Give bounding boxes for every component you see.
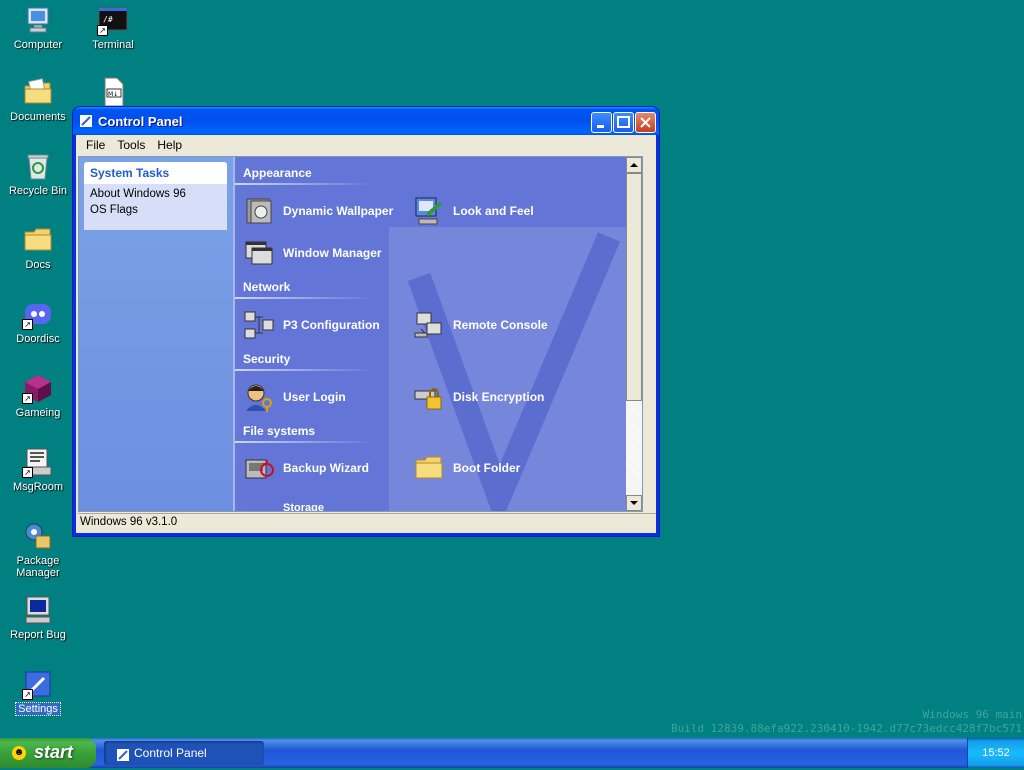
vertical-scrollbar[interactable] [626, 157, 642, 511]
window-client: File Tools Help System Tasks About Windo… [76, 135, 656, 533]
minimize-button[interactable] [591, 112, 612, 133]
window-title: Control Panel [98, 114, 183, 129]
computer-icon [22, 4, 54, 36]
svg-text:M↓: M↓ [108, 91, 118, 98]
section-security: Security [243, 352, 291, 366]
section-appearance: Appearance [243, 166, 312, 180]
desktop-icon-docs[interactable]: Docs [1, 224, 75, 271]
window-manager-icon [243, 237, 275, 269]
applet-look-and-feel[interactable]: Look and Feel [413, 195, 534, 227]
doordisc-icon: ↗ [22, 298, 54, 330]
desktop-icon-report-bug[interactable]: Report Bug [1, 594, 75, 641]
desktop-icon-terminal[interactable]: /# ↗ Terminal [76, 4, 150, 51]
p3-configuration-icon [243, 309, 275, 341]
system-tasks-panel: System Tasks About Windows 96 OS Flags [84, 162, 227, 230]
menu-help[interactable]: Help [151, 138, 188, 152]
applet-user-login[interactable]: User Login [243, 381, 346, 413]
shortcut-arrow-icon: ↗ [22, 319, 33, 330]
build-line-1: Windows 96 main [922, 708, 1022, 721]
section-file-systems: File systems [243, 424, 316, 438]
scroll-down-button[interactable] [626, 495, 642, 511]
desktop-icon-documents[interactable]: Documents [1, 76, 75, 123]
system-tasks-header: System Tasks [84, 162, 227, 184]
arrow-down-icon [630, 501, 638, 505]
minimize-icon [597, 125, 604, 128]
start-logo-icon: ☻ [12, 746, 26, 760]
menu-tools[interactable]: Tools [111, 138, 151, 152]
shortcut-arrow-icon: ↗ [22, 467, 33, 478]
section-divider [235, 369, 375, 371]
control-panel-window[interactable]: Control Panel File Tools Help System Tas… [73, 107, 659, 536]
control-panel-icon [116, 746, 130, 761]
desktop-icon-gameing[interactable]: ↗ Gameing [1, 372, 75, 419]
desktop-icon-settings[interactable]: ↗ Settings [1, 668, 75, 716]
applet-remote-console[interactable]: Remote Console [413, 309, 548, 341]
desktop-icon-package-manager[interactable]: Package Manager [1, 520, 75, 579]
report-bug-computer-icon [22, 594, 54, 626]
taskbar: ☻ start Control Panel 15:52 [0, 738, 1024, 768]
start-button[interactable]: ☻ start [0, 738, 96, 768]
svg-text:/#: /# [103, 15, 113, 24]
section-divider [235, 183, 375, 185]
section-storage: Storage [283, 502, 324, 512]
status-bar: Windows 96 v3.1.0 [78, 513, 656, 531]
boot-folder-icon [413, 452, 445, 484]
applet-boot-folder[interactable]: Boot Folder [413, 452, 520, 484]
shortcut-arrow-icon: ↗ [97, 25, 108, 36]
gameing-cube-icon: ↗ [22, 372, 54, 404]
desktop-icon-doordisc[interactable]: ↗ Doordisc [1, 298, 75, 345]
desktop-icon-md-file[interactable]: M↓ [76, 76, 150, 111]
user-login-icon [243, 381, 275, 413]
pane-divider [233, 157, 235, 511]
section-divider [235, 297, 375, 299]
menu-file[interactable]: File [80, 138, 111, 152]
window-titlebar[interactable]: Control Panel [73, 107, 659, 135]
system-tray-clock[interactable]: 15:52 [967, 738, 1024, 768]
taskbar-button-control-panel[interactable]: Control Panel [104, 741, 264, 765]
desktop-icon-recycle-bin[interactable]: Recycle Bin [1, 150, 75, 197]
maximize-button[interactable] [613, 112, 634, 133]
task-os-flags[interactable]: OS Flags [84, 202, 227, 218]
dynamic-wallpaper-icon [243, 195, 275, 227]
desktop-icon-computer[interactable]: Computer [1, 4, 75, 51]
close-button[interactable] [635, 112, 656, 133]
desktop-icon-msgroom[interactable]: ↗ MsgRoom [1, 446, 75, 493]
documents-folder-icon [22, 76, 54, 108]
shortcut-arrow-icon: ↗ [22, 689, 33, 700]
applet-window-manager[interactable]: Window Manager [243, 237, 382, 269]
control-panel-content: System Tasks About Windows 96 OS Flags A… [78, 156, 643, 512]
recycle-bin-icon [22, 150, 54, 182]
maximize-icon [617, 116, 630, 128]
package-manager-icon [22, 520, 54, 552]
shortcut-arrow-icon: ↗ [22, 393, 33, 404]
markdown-file-icon: M↓ [97, 76, 129, 108]
terminal-icon: /# ↗ [97, 4, 129, 36]
arrow-up-icon [630, 163, 638, 167]
build-info: Windows 96 main Build 12839.88efa922.230… [671, 708, 1022, 736]
menu-bar: File Tools Help [76, 135, 656, 155]
scrollbar-thumb[interactable] [626, 173, 642, 401]
remote-console-icon [413, 309, 445, 341]
msgroom-icon: ↗ [22, 446, 54, 478]
settings-icon: ↗ [22, 668, 54, 700]
applet-backup-wizard[interactable]: Backup Wizard [243, 452, 369, 484]
disk-encryption-lock-icon [413, 381, 445, 413]
applet-p3-configuration[interactable]: P3 Configuration [243, 309, 380, 341]
backup-wizard-icon [243, 452, 275, 484]
control-panel-icon [79, 114, 93, 128]
look-and-feel-icon [413, 195, 445, 227]
applet-disk-encryption[interactable]: Disk Encryption [413, 381, 544, 413]
section-divider [235, 441, 375, 443]
docs-folder-icon [22, 224, 54, 256]
task-about-windows[interactable]: About Windows 96 [84, 184, 227, 202]
scroll-up-button[interactable] [626, 157, 642, 173]
section-network: Network [243, 280, 291, 294]
build-line-2: Build 12839.88efa922.230410-1942.d77c73e… [671, 722, 1022, 735]
close-icon [640, 117, 651, 128]
applet-dynamic-wallpaper[interactable]: Dynamic Wallpaper [243, 195, 393, 227]
